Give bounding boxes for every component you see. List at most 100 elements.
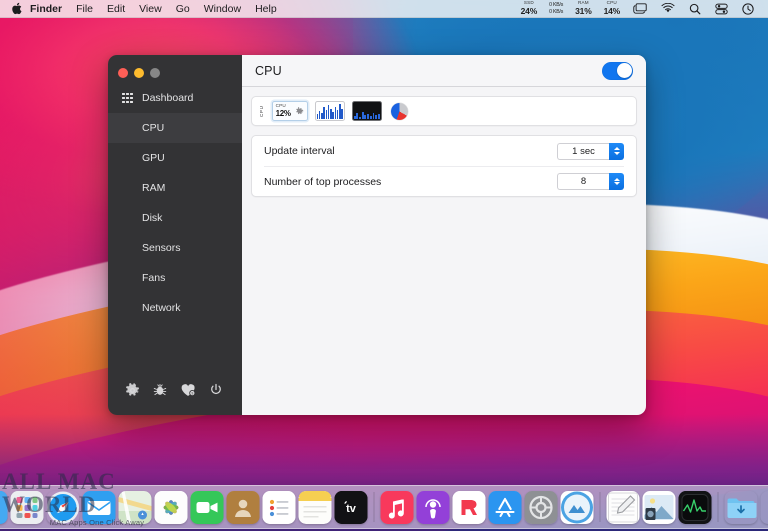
setting-row-update-interval: Update interval 1 sec [264, 136, 624, 166]
sidebar-nav-list: Dashboard CPU GPU RAM Disk Sensors [108, 83, 242, 323]
zoom-button[interactable] [150, 68, 160, 78]
sidebar-item-network[interactable]: Network [108, 293, 242, 323]
window-content: CPU CPU CPU 12% [242, 55, 646, 415]
menu-item-help[interactable]: Help [248, 0, 284, 18]
widget-bar-chart-dark-bars [354, 112, 380, 119]
menu-app-name[interactable]: Finder [27, 0, 69, 18]
ordos-icon[interactable] [561, 491, 594, 524]
control-center-icon[interactable] [708, 3, 735, 15]
close-button[interactable] [118, 68, 128, 78]
dock-separator [718, 492, 719, 522]
trash-icon[interactable] [761, 491, 768, 524]
photos-icon[interactable] [155, 491, 188, 524]
facetime-icon[interactable] [191, 491, 224, 524]
sidebar-item-disk[interactable]: Disk [108, 203, 242, 233]
setting-label: Number of top processes [264, 176, 381, 188]
grid-icon [122, 93, 133, 104]
menu-item-edit[interactable]: Edit [100, 0, 132, 18]
stepper-arrows[interactable] [609, 143, 624, 160]
menu-bar: Finder File Edit View Go Window Help SSD… [0, 0, 768, 18]
dock: tv [0, 485, 768, 529]
power-icon[interactable] [202, 376, 230, 404]
setting-label: Update interval [264, 145, 335, 157]
screen: Finder File Edit View Go Window Help SSD… [0, 0, 768, 531]
status-cpu[interactable]: CPU 14% [598, 1, 626, 15]
top-processes-value[interactable]: 8 [557, 173, 609, 190]
appstore-icon[interactable] [489, 491, 522, 524]
sidebar-item-gpu[interactable]: GPU [108, 143, 242, 173]
podcasts-icon[interactable] [417, 491, 450, 524]
sidebar-item-label: RAM [142, 183, 165, 194]
top-processes-stepper[interactable]: 8 [557, 173, 624, 190]
bug-icon[interactable] [146, 376, 174, 404]
setting-row-top-processes: Number of top processes 8 [264, 166, 624, 196]
sidebar-item-label: Fans [142, 273, 165, 284]
stats-app-window: Dashboard CPU GPU RAM Disk Sensors [108, 55, 646, 415]
content-body: CPU CPU 12% [242, 87, 646, 415]
widget-pie-chart[interactable] [389, 101, 411, 121]
widget-mini-value-text: CPU 12% [276, 104, 291, 117]
svg-text:tv: tv [346, 503, 357, 515]
menu-item-window[interactable]: Window [197, 0, 248, 18]
launchpad-icon[interactable] [11, 491, 44, 524]
sidebar-item-label: Sensors [142, 243, 181, 254]
mission-control-icon[interactable] [626, 3, 654, 14]
module-enabled-toggle[interactable] [602, 62, 633, 80]
widget-pie-chart-graphic [391, 103, 408, 120]
clock-icon[interactable] [735, 3, 761, 15]
search-icon[interactable] [682, 3, 708, 15]
stepper-arrows[interactable] [609, 173, 624, 190]
menu-item-view[interactable]: View [132, 0, 169, 18]
sidebar-item-ram[interactable]: RAM [108, 173, 242, 203]
sidebar-item-sensors[interactable]: Sensors [108, 233, 242, 263]
mail-icon[interactable] [83, 491, 116, 524]
notes-icon[interactable] [299, 491, 332, 524]
news-icon[interactable] [453, 491, 486, 524]
maps-icon[interactable] [119, 491, 152, 524]
wifi-icon[interactable] [654, 3, 682, 14]
widget-group-label: CPU [260, 103, 265, 120]
apple-logo-icon[interactable] [7, 2, 27, 15]
systemsettings-icon[interactable] [525, 491, 558, 524]
sidebar-item-dashboard[interactable]: Dashboard [108, 83, 242, 113]
contacts-icon[interactable] [227, 491, 260, 524]
update-interval-stepper[interactable]: 1 sec [557, 143, 624, 160]
menu-bar-status-area: SSD 24% 0 KB/s 0 KB/s RAM 31% CPU 14% [515, 1, 761, 15]
activitymonitor-icon[interactable] [679, 491, 712, 524]
reminders-icon[interactable] [263, 491, 296, 524]
sidebar-item-label: GPU [142, 153, 165, 164]
heart-icon[interactable]: 9 [174, 376, 202, 404]
update-interval-value[interactable]: 1 sec [557, 143, 609, 160]
svg-text:9: 9 [191, 391, 193, 395]
dock-separator [374, 492, 375, 522]
widget-gear-icon[interactable] [295, 107, 304, 116]
textedit-icon[interactable] [607, 491, 640, 524]
gear-icon[interactable] [118, 376, 146, 404]
sidebar-item-fans[interactable]: Fans [108, 263, 242, 293]
safari-icon[interactable] [47, 491, 80, 524]
minimize-button[interactable] [134, 68, 144, 78]
finder-icon[interactable] [0, 491, 8, 524]
widget-mini-value-number: 12% [276, 110, 291, 118]
widget-mini-value[interactable]: CPU 12% [272, 101, 308, 121]
dock-separator [600, 492, 601, 522]
settings-card: Update interval 1 sec Number of top proc… [251, 135, 637, 197]
window-sidebar: Dashboard CPU GPU RAM Disk Sensors [108, 55, 242, 415]
widget-line-chart[interactable] [315, 101, 345, 121]
preview-icon[interactable] [643, 491, 676, 524]
appletv-icon[interactable]: tv [335, 491, 368, 524]
music-icon[interactable] [381, 491, 414, 524]
sidebar-item-label: Network [142, 303, 181, 314]
status-ram[interactable]: RAM 31% [569, 1, 597, 15]
sidebar-bottom-toolbar: 9 [108, 371, 242, 415]
sidebar-item-label: CPU [142, 123, 164, 134]
menu-item-file[interactable]: File [69, 0, 100, 18]
status-ssd[interactable]: SSD 24% [515, 1, 543, 15]
menu-item-go[interactable]: Go [169, 0, 197, 18]
page-title: CPU [255, 64, 282, 78]
sidebar-item-label: Dashboard [142, 93, 193, 104]
widget-bar-chart-dark[interactable] [352, 101, 382, 121]
status-network[interactable]: 0 KB/s 0 KB/s [543, 2, 569, 15]
sidebar-item-cpu[interactable]: CPU [108, 113, 242, 143]
downloads-folder-icon[interactable] [725, 491, 758, 524]
